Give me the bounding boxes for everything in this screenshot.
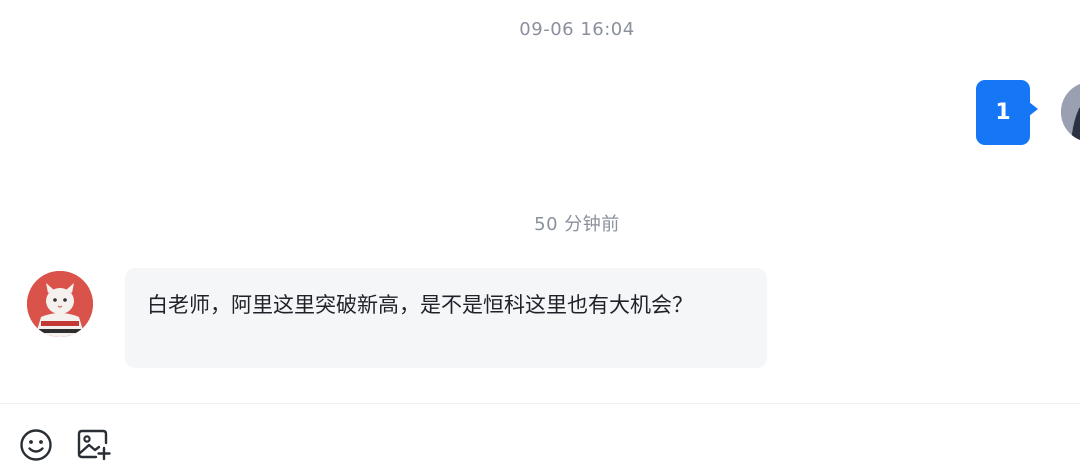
input-divider [0, 403, 1080, 404]
image-add-icon[interactable] [76, 426, 112, 462]
avatar-image [27, 271, 93, 337]
timestamp: 50 分钟前 [534, 214, 620, 235]
emoji-icon[interactable] [19, 426, 55, 462]
chat-window: 09-06 16:04 1 50 分钟前 白老师，阿里这里突破新高，是不是恒科这… [0, 0, 1080, 464]
incoming-message-bubble[interactable]: 白老师，阿里这里突破新高，是不是恒科这里也有大机会？ [125, 268, 767, 368]
outgoing-message-bubble[interactable]: 1 [976, 80, 1030, 145]
incoming-message-text: 白老师，阿里这里突破新高，是不是恒科这里也有大机会？ [147, 293, 693, 317]
avatar-image [1061, 82, 1080, 142]
bubble-tail [1029, 102, 1038, 116]
timestamp: 09-06 16:04 [519, 19, 635, 40]
avatar[interactable] [1061, 82, 1080, 142]
avatar[interactable] [27, 271, 93, 337]
outgoing-message-text: 1 [995, 100, 1011, 125]
